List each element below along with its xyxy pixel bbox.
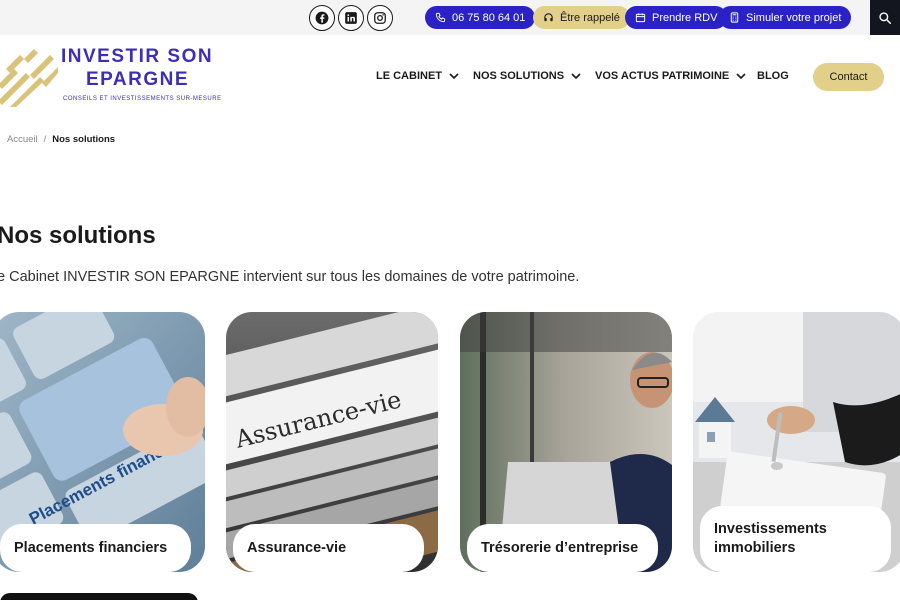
logo-tagline: CONSEILS ET INVESTISSEMENTS SUR-MESURE (63, 96, 222, 102)
card-placements-financiers[interactable]: Placements financiers Placements financi… (0, 312, 205, 572)
logo-mark-icon (0, 49, 58, 107)
card-label: Assurance-vie (233, 524, 424, 572)
breadcrumb-current: Nos solutions (52, 134, 116, 145)
chevron-down-icon (571, 72, 581, 79)
simulate-label: Simuler votre projet (746, 11, 842, 24)
logo-text-line2: EPARGNE (86, 69, 190, 90)
breadcrumb: Accueil / Nos solutions (7, 134, 115, 145)
callback-label: Être rappelé (560, 11, 620, 24)
chevron-down-icon (736, 72, 746, 79)
appointment-label: Prendre RDV (652, 11, 718, 24)
nav-label: VOS ACTUS PATRIMOINE (595, 70, 730, 82)
phone-number: 06 75 80 64 01 (452, 11, 526, 24)
nav-label: BLOG (757, 70, 789, 82)
calendar-icon (635, 13, 646, 23)
nav-blog[interactable]: BLOG (757, 70, 789, 82)
phone-button[interactable]: 06 75 80 64 01 (425, 6, 536, 29)
chevron-down-icon (449, 72, 459, 79)
callback-button[interactable]: Être rappelé (533, 6, 630, 29)
site-logo[interactable]: INVESTIR SON EPARGNE CONSEILS ET INVESTI… (0, 45, 230, 107)
contact-button[interactable]: Contact (813, 63, 884, 91)
breadcrumb-separator: / (43, 134, 47, 145)
page-intro: e Cabinet INVESTIR SON EPARGNE intervien… (0, 269, 580, 285)
calculator-icon (730, 12, 739, 23)
card-label: Placements financiers (0, 524, 191, 572)
facebook-icon[interactable] (309, 5, 335, 31)
search-button[interactable] (870, 0, 900, 35)
nav-le-cabinet[interactable]: LE CABINET (376, 70, 459, 82)
card-label: Trésorerie d’entreprise (467, 524, 658, 572)
nav-nos-solutions[interactable]: NOS SOLUTIONS (473, 70, 581, 82)
card-investissements-immobiliers[interactable]: Investissements immobiliers (693, 312, 900, 572)
card-tresorerie-entreprise[interactable]: Trésorerie d’entreprise (460, 312, 672, 572)
instagram-icon[interactable] (367, 5, 393, 31)
nav-label: LE CABINET (376, 70, 442, 82)
phone-icon (435, 12, 446, 23)
card-label: Investissements immobiliers (700, 506, 891, 572)
breadcrumb-home-link[interactable]: Accueil (7, 134, 38, 145)
headset-icon (544, 13, 553, 22)
simulate-button[interactable]: Simuler votre projet (719, 6, 852, 29)
logo-text-line1: INVESTIR SON (61, 46, 214, 67)
nav-vos-actus-patrimoine[interactable]: VOS ACTUS PATRIMOINE (595, 70, 746, 82)
top-bar: 06 75 80 64 01 Être rappelé Prendre RDV … (0, 0, 900, 35)
next-card-row-peek (0, 593, 198, 600)
appointment-button[interactable]: Prendre RDV (625, 6, 728, 29)
search-icon (879, 11, 892, 24)
page-title: Nos solutions (0, 222, 156, 249)
nav-label: NOS SOLUTIONS (473, 70, 565, 82)
linkedin-icon[interactable] (338, 5, 364, 31)
card-assurance-vie[interactable]: Assurance-vie Assurance-vie (226, 312, 438, 572)
